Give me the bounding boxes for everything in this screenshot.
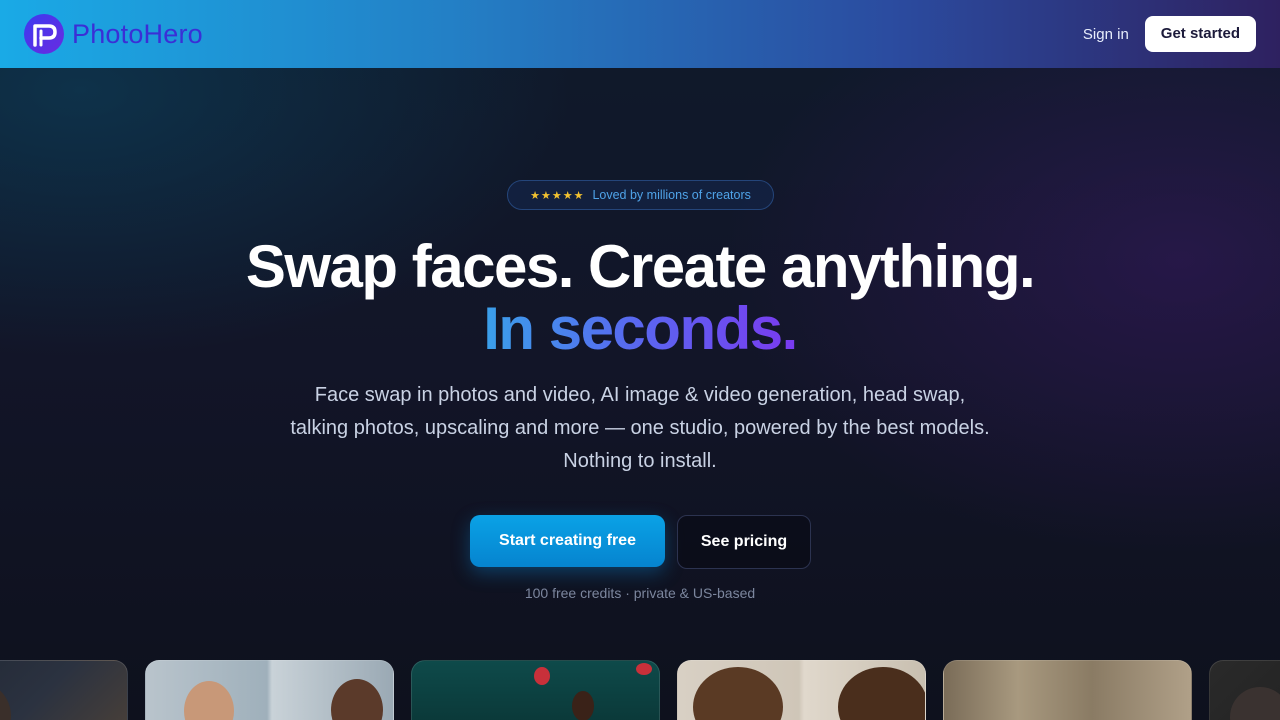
brand-name: PhotoHero: [72, 18, 203, 49]
headline: Swap faces. Create anything.: [245, 233, 1036, 300]
badge-text: Loved by millions of creators: [592, 188, 751, 202]
rating-badge: ★★★★★ Loved by millions of creators: [507, 180, 774, 210]
start-creating-button[interactable]: Start creating free: [470, 515, 665, 567]
gallery-card[interactable]: [0, 660, 128, 720]
sign-in-link[interactable]: Sign in: [1083, 26, 1129, 43]
get-started-button[interactable]: Get started: [1144, 16, 1256, 52]
subheadline: Face swap in photos and video, AI image …: [290, 384, 990, 472]
example-gallery: [0, 660, 1280, 720]
brand[interactable]: PhotoHero: [24, 14, 203, 54]
photohero-logo-icon: [24, 14, 64, 54]
see-pricing-button[interactable]: See pricing: [677, 515, 811, 569]
header-nav: Sign in Get started: [1083, 16, 1256, 52]
gallery-card[interactable]: [943, 660, 1192, 720]
headline-gradient-text: In seconds.: [483, 295, 798, 362]
cta-row: Start creating free See pricing: [470, 515, 811, 569]
gallery-card[interactable]: [677, 660, 926, 720]
gallery-card[interactable]: [1209, 660, 1280, 720]
headline-gradient: In seconds.: [0, 294, 1280, 363]
credits-note: 100 free credits · private & US-based: [524, 585, 756, 601]
stars-icon: ★★★★★: [530, 189, 585, 202]
top-navbar: PhotoHero Sign in Get started: [0, 0, 1280, 68]
gallery-card[interactable]: [145, 660, 394, 720]
gallery-card[interactable]: [411, 660, 660, 720]
